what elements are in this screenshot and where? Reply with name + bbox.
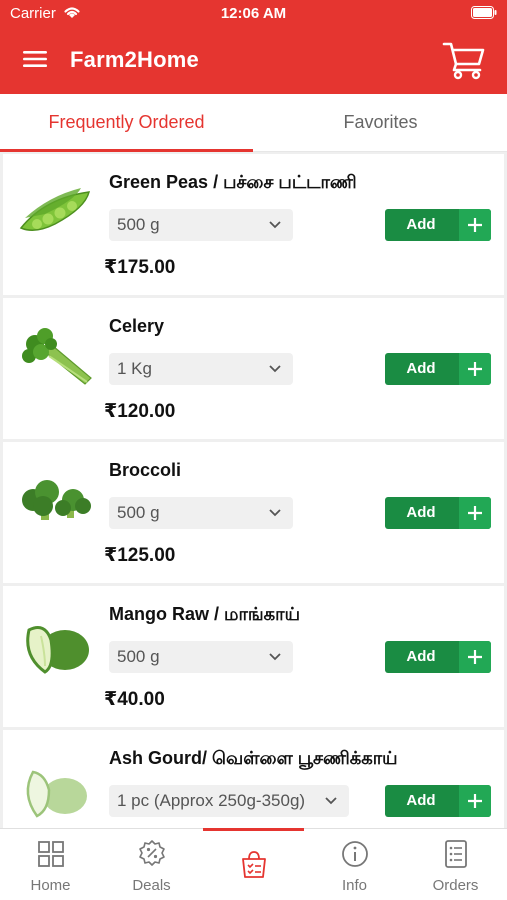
celery-image: [22, 328, 92, 385]
chevron-down-icon: [269, 509, 281, 517]
quantity-value: 500 g: [117, 503, 160, 522]
product-name: Ash Gourd/ வெள்ளை பூசணிக்காய்: [109, 748, 398, 768]
add-to-cart-button[interactable]: Add: [385, 353, 491, 385]
chevron-down-icon: [269, 221, 281, 229]
quantity-select[interactable]: 500 g: [109, 209, 293, 241]
nav-label: Info: [341, 877, 368, 894]
plus-icon: [459, 497, 491, 529]
add-to-cart-button[interactable]: Add: [385, 641, 491, 673]
nav-info[interactable]: Info: [304, 829, 405, 900]
cart-icon[interactable]: [442, 40, 486, 80]
add-to-cart-button[interactable]: Add: [385, 209, 491, 241]
plus-icon: [459, 785, 491, 817]
chevron-down-icon: [325, 797, 337, 805]
quantity-select[interactable]: 1 Kg: [109, 353, 293, 385]
plus-icon: [459, 353, 491, 385]
nav-label: Orders: [432, 877, 479, 894]
add-button-label: Add: [406, 360, 436, 377]
tab-label: Frequently Ordered: [48, 112, 205, 132]
product-name: Green Peas / பச்சை பட்டாணி: [109, 172, 357, 192]
product-price: ₹175.00: [104, 257, 176, 278]
menu-icon[interactable]: [22, 49, 48, 69]
product-card: Mango Raw / மாங்காய் 500 g ₹40.00 Add: [3, 586, 504, 727]
nav-label: Home: [30, 877, 71, 894]
plus-icon: [459, 209, 491, 241]
orders-list-icon: [445, 840, 467, 868]
bottom-navigation: Home Deals Info Orders: [0, 828, 507, 900]
product-name: Celery: [109, 316, 165, 336]
nav-deals[interactable]: Deals: [101, 829, 202, 900]
add-to-cart-button[interactable]: Add: [385, 497, 491, 529]
add-button-label: Add: [406, 792, 436, 809]
tab-frequently-ordered[interactable]: Frequently Ordered: [0, 94, 253, 152]
tab-label: Favorites: [343, 112, 418, 132]
status-bar: Carrier 12:06 AM: [0, 0, 507, 28]
product-price: ₹120.00: [104, 401, 176, 422]
grid-icon: [38, 841, 64, 867]
green-peas-image: [19, 188, 90, 231]
add-to-cart-button[interactable]: Add: [385, 785, 491, 817]
product-list[interactable]: Green Peas / பச்சை பட்டாணி 500 g ₹175.00…: [0, 152, 507, 828]
status-time: 12:06 AM: [220, 5, 287, 22]
broccoli-image: [22, 480, 91, 520]
quantity-value: 500 g: [117, 647, 160, 666]
plus-icon: [459, 641, 491, 673]
add-button-label: Add: [406, 504, 436, 521]
quantity-select[interactable]: 500 g: [109, 497, 293, 529]
chevron-down-icon: [269, 365, 281, 373]
product-name: Broccoli: [109, 460, 182, 480]
product-card: Broccoli 500 g ₹125.00 Add: [3, 442, 504, 583]
nav-cart-orders[interactable]: [203, 829, 304, 900]
shopping-bag-icon: [242, 851, 266, 878]
product-price: ₹125.00: [104, 545, 176, 566]
raw-mango-image: [26, 626, 89, 674]
product-card: Green Peas / பச்சை பட்டாணி 500 g ₹175.00…: [3, 154, 504, 295]
add-button-label: Add: [406, 648, 436, 665]
chevron-down-icon: [269, 653, 281, 661]
info-icon: [342, 841, 368, 867]
product-card: Ash Gourd/ வெள்ளை பூசணிக்காய் 1 pc (Appr…: [3, 730, 504, 828]
tab-favorites[interactable]: Favorites: [254, 94, 507, 152]
tab-bar: Frequently Ordered Favorites: [0, 94, 507, 152]
app-header: Carrier 12:06 AM Farm2Home: [0, 0, 507, 94]
nav-home[interactable]: Home: [0, 829, 101, 900]
ash-gourd-image: [26, 770, 87, 818]
battery-icon: [471, 6, 497, 19]
quantity-select[interactable]: 1 pc (Approx 250g-350g): [109, 785, 349, 817]
nav-orders[interactable]: Orders: [405, 829, 506, 900]
discount-badge-icon: [139, 840, 165, 866]
app-title: Farm2Home: [70, 47, 199, 72]
quantity-value: 1 pc (Approx 250g-350g): [117, 791, 306, 810]
product-card: Celery 1 Kg ₹120.00 Add: [3, 298, 504, 439]
nav-label: Deals: [132, 877, 171, 894]
product-price: ₹40.00: [104, 689, 165, 710]
quantity-value: 500 g: [117, 215, 160, 234]
add-button-label: Add: [406, 216, 436, 233]
product-name: Mango Raw / மாங்காய்: [109, 604, 301, 624]
quantity-select[interactable]: 500 g: [109, 641, 293, 673]
quantity-value: 1 Kg: [117, 359, 152, 378]
